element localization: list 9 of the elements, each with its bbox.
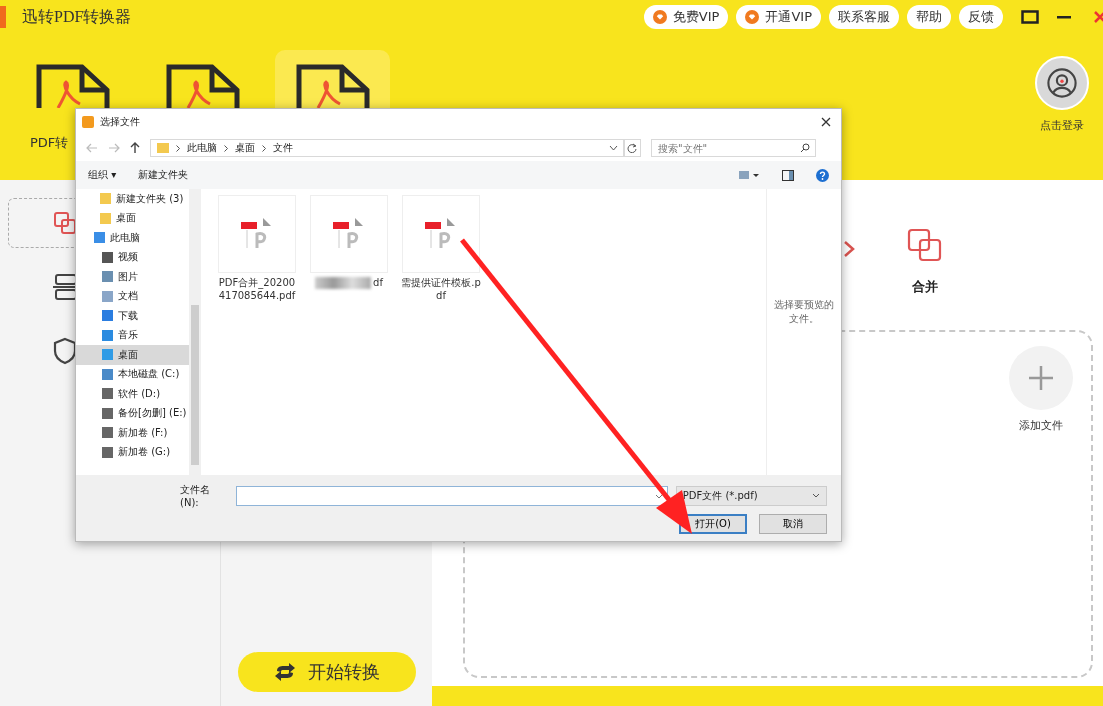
file-name: df [373,276,383,289]
file-name: 需提供证件模板.pdf [401,276,481,302]
merge-mode-label: 合并 [912,278,938,296]
file-name-label: 文件名(N): [180,483,211,508]
add-file-label: 添加文件 [1019,418,1063,433]
app-title: 迅转PDF转换器 [22,6,132,27]
preview-hint: 选择要预览的文件。 [773,298,835,326]
file-name: PDF合并_20200417085644.pdf [217,276,297,302]
dialog-title: 选择文件 [100,115,140,129]
